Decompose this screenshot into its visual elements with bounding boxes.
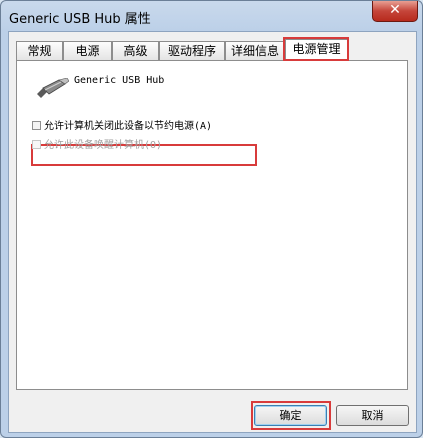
usb-plug-icon bbox=[37, 78, 69, 98]
allow-wake-label: 允许此设备唤醒计算机(O) bbox=[44, 140, 163, 151]
tab-advanced[interactable]: 高级 bbox=[112, 41, 159, 60]
tab-details[interactable]: 详细信息 bbox=[225, 41, 285, 60]
power-management-panel: Generic USB Hub 允许计算机关闭此设备以节约电源(A) 允许此设备… bbox=[16, 60, 408, 390]
close-button[interactable]: ✕ bbox=[372, 1, 418, 22]
allow-wake-option: 允许此设备唤醒计算机(O) bbox=[32, 136, 162, 151]
close-icon: ✕ bbox=[389, 2, 401, 18]
title-bar[interactable]: Generic USB Hub 属性 ✕ bbox=[1, 1, 422, 31]
tab-general[interactable]: 常规 bbox=[16, 41, 63, 60]
ok-highlight-box bbox=[251, 401, 331, 430]
dialog-client: 常规 电源 高级 驱动程序 详细信息 电源管理 Generic USB Hub … bbox=[8, 31, 417, 433]
allow-wake-checkbox bbox=[32, 140, 41, 149]
properties-window: Generic USB Hub 属性 ✕ 常规 电源 高级 驱动程序 详细信息 … bbox=[0, 0, 423, 438]
tab-highlight-box bbox=[283, 37, 349, 61]
device-name: Generic USB Hub bbox=[74, 75, 165, 86]
cancel-button[interactable]: 取消 bbox=[336, 405, 409, 426]
allow-power-off-label[interactable]: 允许计算机关闭此设备以节约电源(A) bbox=[44, 121, 212, 132]
tab-power[interactable]: 电源 bbox=[63, 41, 112, 60]
tab-driver[interactable]: 驱动程序 bbox=[159, 41, 225, 60]
allow-power-off-checkbox[interactable] bbox=[32, 121, 41, 130]
window-title: Generic USB Hub 属性 bbox=[9, 12, 151, 27]
allow-power-off-option[interactable]: 允许计算机关闭此设备以节约电源(A) bbox=[32, 117, 212, 132]
